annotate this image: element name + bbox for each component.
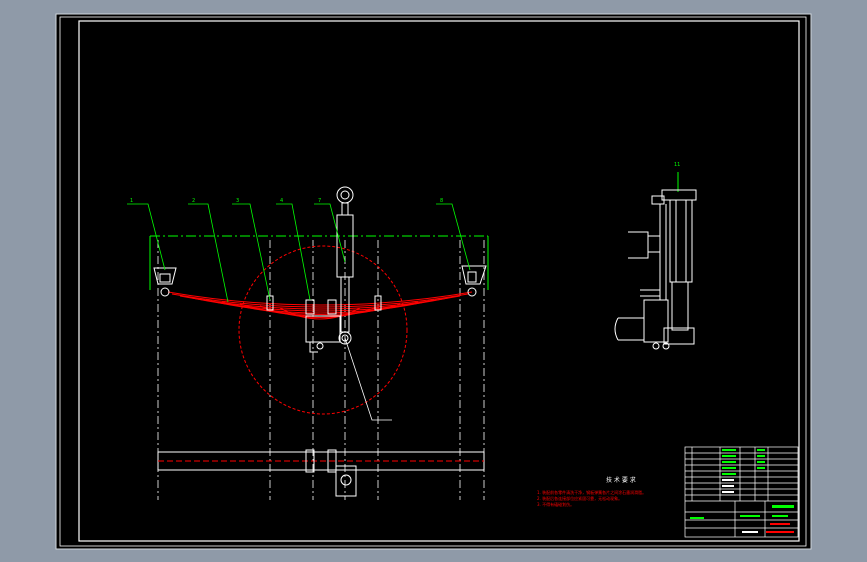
balloon-3: 3: [236, 198, 239, 204]
balloon-2: 2: [192, 198, 195, 204]
tech-req-item-2: 2. 装配后各连接部位应紧固可靠，无松动现象。: [537, 495, 622, 501]
cad-viewport[interactable]: 1 2 3 4 7 8 11 技 术 要 求 1. 装配前各零件清洗干净，钢板弹…: [0, 0, 867, 562]
balloon-8: 8: [440, 198, 443, 204]
balloon-4: 4: [280, 198, 283, 204]
tech-req-item-3: 3. 不得有磕碰划伤。: [537, 501, 574, 507]
tech-req-item-1: 1. 装配前各零件清洗干净，钢板弹簧各片之间涂石墨润滑脂。: [537, 489, 646, 495]
balloon-1: 1: [130, 198, 133, 204]
drawing-canvas: 1 2 3 4 7 8 11 技 术 要 求 1. 装配前各零件清洗干净，钢板弹…: [55, 13, 812, 550]
balloon-11: 11: [674, 162, 680, 168]
tech-requirements-title: 技 术 要 求: [606, 476, 636, 484]
balloon-7: 7: [318, 198, 321, 204]
